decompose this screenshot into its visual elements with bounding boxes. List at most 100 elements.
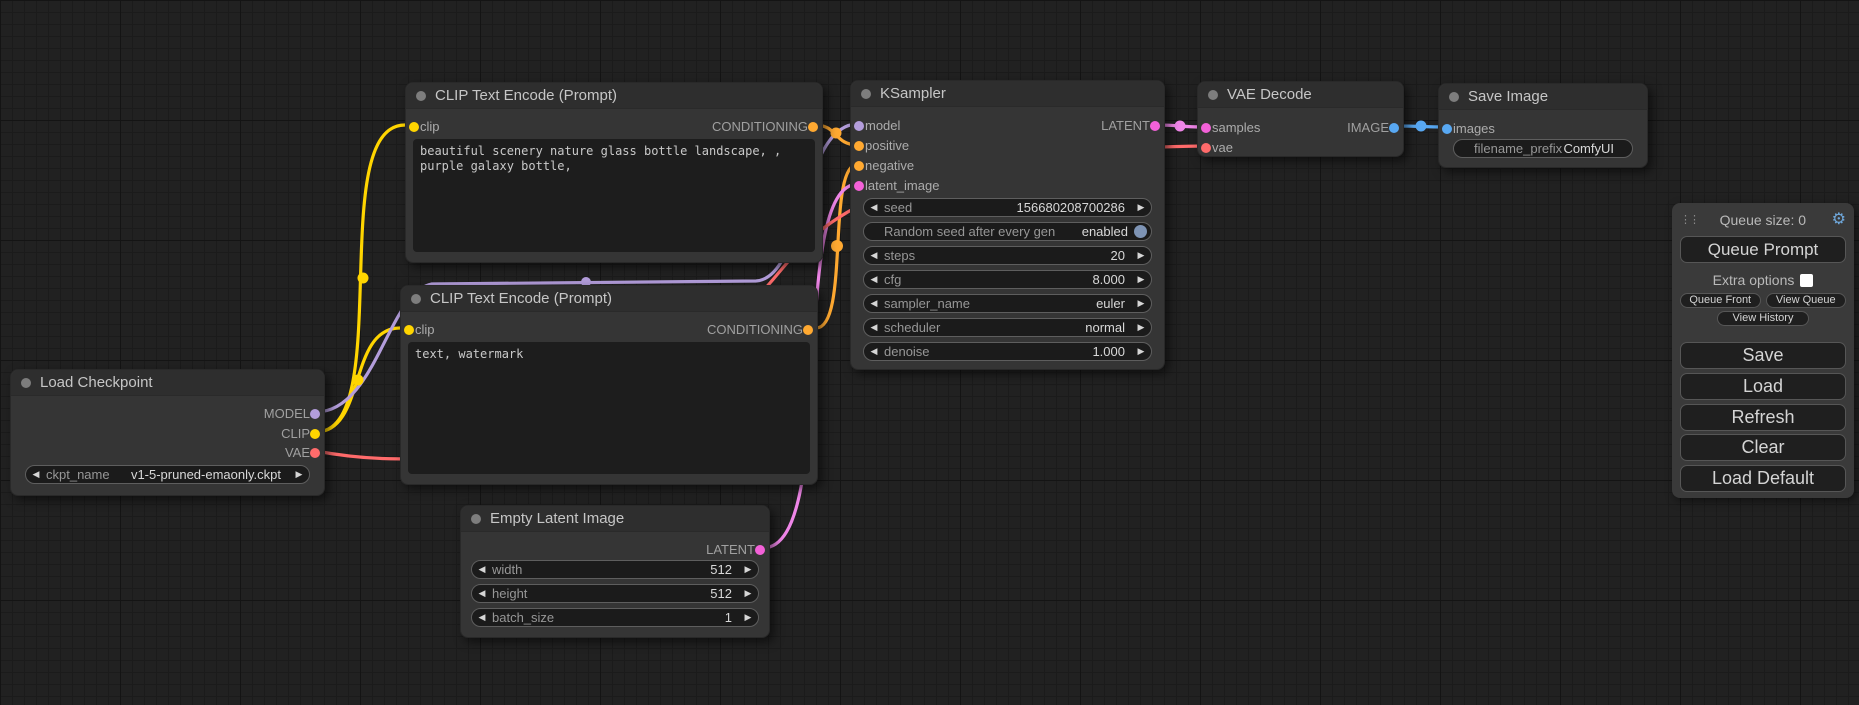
load-default-button[interactable]: Load Default: [1680, 465, 1846, 492]
drag-handle-icon[interactable]: ⋮⋮: [1680, 215, 1694, 225]
output-slot-vae[interactable]: [310, 448, 320, 458]
collapse-dot[interactable]: [1208, 90, 1218, 100]
widget-steps[interactable]: ◀ steps 20 ▶: [863, 246, 1152, 265]
node-title-bar[interactable]: CLIP Text Encode (Prompt): [406, 83, 822, 109]
increment-arrow-icon[interactable]: ▶: [1131, 322, 1151, 333]
decrement-arrow-icon[interactable]: ◀: [864, 346, 884, 357]
settings-gear-icon[interactable]: ⚙: [1832, 212, 1846, 228]
node-graph-canvas[interactable]: Load Checkpoint MODEL CLIP VAE ◀ ckpt_na…: [0, 0, 1859, 705]
input-slot-clip[interactable]: [404, 325, 414, 335]
input-slot-negative[interactable]: [854, 161, 864, 171]
input-slot-model[interactable]: [854, 121, 864, 131]
node-clip-text-encode-negative[interactable]: CLIP Text Encode (Prompt) clip CONDITION…: [400, 285, 818, 485]
collapse-dot[interactable]: [861, 89, 871, 99]
queue-front-button[interactable]: Queue Front: [1680, 293, 1761, 308]
link-dot[interactable]: [1175, 121, 1186, 132]
node-title-bar[interactable]: VAE Decode: [1198, 82, 1403, 108]
node-title-bar[interactable]: CLIP Text Encode (Prompt): [401, 286, 817, 312]
node-title: Save Image: [1468, 88, 1548, 105]
node-title-bar[interactable]: Load Checkpoint: [11, 370, 324, 396]
widget-sampler-name[interactable]: ◀ sampler_name euler ▶: [863, 294, 1152, 313]
increment-arrow-icon[interactable]: ▶: [738, 564, 758, 575]
widget-random-seed-toggle[interactable]: Random seed after every gen enabled: [863, 222, 1152, 241]
node-title-bar[interactable]: Save Image: [1439, 84, 1647, 110]
widget-label: width: [492, 562, 710, 577]
toggle-indicator[interactable]: [1134, 225, 1147, 238]
node-title-bar[interactable]: Empty Latent Image: [461, 506, 769, 532]
collapse-dot[interactable]: [1449, 92, 1459, 102]
widget-cfg[interactable]: ◀ cfg 8.000 ▶: [863, 270, 1152, 289]
widget-width[interactable]: ◀ width 512 ▶: [471, 560, 759, 579]
clear-button[interactable]: Clear: [1680, 434, 1846, 461]
widget-filename-prefix[interactable]: filename_prefix ComfyUI: [1453, 139, 1633, 158]
decrement-arrow-icon[interactable]: ◀: [472, 588, 492, 599]
node-vae-decode[interactable]: VAE Decode samples vae IMAGE: [1197, 81, 1404, 157]
decrement-arrow-icon[interactable]: ◀: [472, 612, 492, 623]
input-slot-latent-image[interactable]: [854, 181, 864, 191]
input-label-negative: negative: [865, 158, 914, 173]
widget-scheduler[interactable]: ◀ scheduler normal ▶: [863, 318, 1152, 337]
collapse-dot[interactable]: [21, 378, 31, 388]
widget-batch-size[interactable]: ◀ batch_size 1 ▶: [471, 608, 759, 627]
input-slot-clip[interactable]: [409, 122, 419, 132]
widget-ckpt-name[interactable]: ◀ ckpt_name v1-5-pruned-emaonly.ckpt ▶: [25, 465, 310, 484]
output-slot-clip[interactable]: [310, 429, 320, 439]
increment-arrow-icon[interactable]: ▶: [738, 612, 758, 623]
widget-label: scheduler: [884, 320, 1085, 335]
prompt-textarea[interactable]: beautiful scenery nature glass bottle la…: [413, 139, 815, 252]
input-slot-vae[interactable]: [1201, 143, 1211, 153]
decrement-arrow-icon[interactable]: ◀: [864, 250, 884, 261]
increment-arrow-icon[interactable]: ▶: [1131, 298, 1151, 309]
link-dot[interactable]: [358, 273, 369, 284]
node-title-bar[interactable]: KSampler: [851, 81, 1164, 107]
input-slot-positive[interactable]: [854, 141, 864, 151]
output-slot-latent[interactable]: [755, 545, 765, 555]
widget-seed[interactable]: ◀ seed 156680208700286 ▶: [863, 198, 1152, 217]
decrement-arrow-icon[interactable]: ◀: [472, 564, 492, 575]
link-dot[interactable]: [831, 240, 843, 252]
node-save-image[interactable]: Save Image images filename_prefix ComfyU…: [1438, 83, 1648, 168]
increment-arrow-icon[interactable]: ▶: [738, 588, 758, 599]
collapse-dot[interactable]: [471, 514, 481, 524]
extra-options-checkbox[interactable]: [1800, 274, 1813, 287]
widget-value: normal: [1085, 320, 1131, 335]
output-slot-model[interactable]: [310, 409, 320, 419]
output-slot-latent[interactable]: [1150, 121, 1160, 131]
node-clip-text-encode-positive[interactable]: CLIP Text Encode (Prompt) clip CONDITION…: [405, 82, 823, 263]
node-empty-latent-image[interactable]: Empty Latent Image LATENT ◀ width 512 ▶ …: [460, 505, 770, 638]
view-queue-button[interactable]: View Queue: [1766, 293, 1847, 308]
decrement-arrow-icon[interactable]: ◀: [864, 322, 884, 333]
collapse-dot[interactable]: [416, 91, 426, 101]
refresh-button[interactable]: Refresh: [1680, 404, 1846, 431]
decrement-arrow-icon[interactable]: ◀: [864, 298, 884, 309]
node-ksampler[interactable]: KSampler model positive negative latent_…: [850, 80, 1165, 370]
decrement-arrow-icon[interactable]: ◀: [26, 469, 46, 480]
increment-arrow-icon[interactable]: ▶: [1131, 346, 1151, 357]
load-button[interactable]: Load: [1680, 373, 1846, 400]
prompt-textarea[interactable]: text, watermark: [408, 342, 810, 474]
output-label-latent: LATENT: [706, 542, 755, 557]
increment-arrow-icon[interactable]: ▶: [1131, 250, 1151, 261]
widget-height[interactable]: ◀ height 512 ▶: [471, 584, 759, 603]
collapse-dot[interactable]: [411, 294, 421, 304]
link-dot[interactable]: [353, 375, 364, 386]
output-slot-image[interactable]: [1389, 123, 1399, 133]
save-button[interactable]: Save: [1680, 342, 1846, 369]
decrement-arrow-icon[interactable]: ◀: [864, 274, 884, 285]
input-slot-samples[interactable]: [1201, 123, 1211, 133]
widget-label: batch_size: [492, 610, 725, 625]
decrement-arrow-icon[interactable]: ◀: [864, 202, 884, 213]
output-slot-conditioning[interactable]: [803, 325, 813, 335]
output-slot-conditioning[interactable]: [808, 122, 818, 132]
link-dot[interactable]: [831, 128, 842, 139]
input-slot-images[interactable]: [1442, 124, 1452, 134]
queue-prompt-button[interactable]: Queue Prompt: [1680, 236, 1846, 263]
increment-arrow-icon[interactable]: ▶: [289, 469, 309, 480]
widget-label: cfg: [884, 272, 1092, 287]
link-dot[interactable]: [1416, 121, 1427, 132]
widget-denoise[interactable]: ◀ denoise 1.000 ▶: [863, 342, 1152, 361]
view-history-button[interactable]: View History: [1717, 311, 1809, 326]
increment-arrow-icon[interactable]: ▶: [1131, 274, 1151, 285]
increment-arrow-icon[interactable]: ▶: [1131, 202, 1151, 213]
node-load-checkpoint[interactable]: Load Checkpoint MODEL CLIP VAE ◀ ckpt_na…: [10, 369, 325, 496]
